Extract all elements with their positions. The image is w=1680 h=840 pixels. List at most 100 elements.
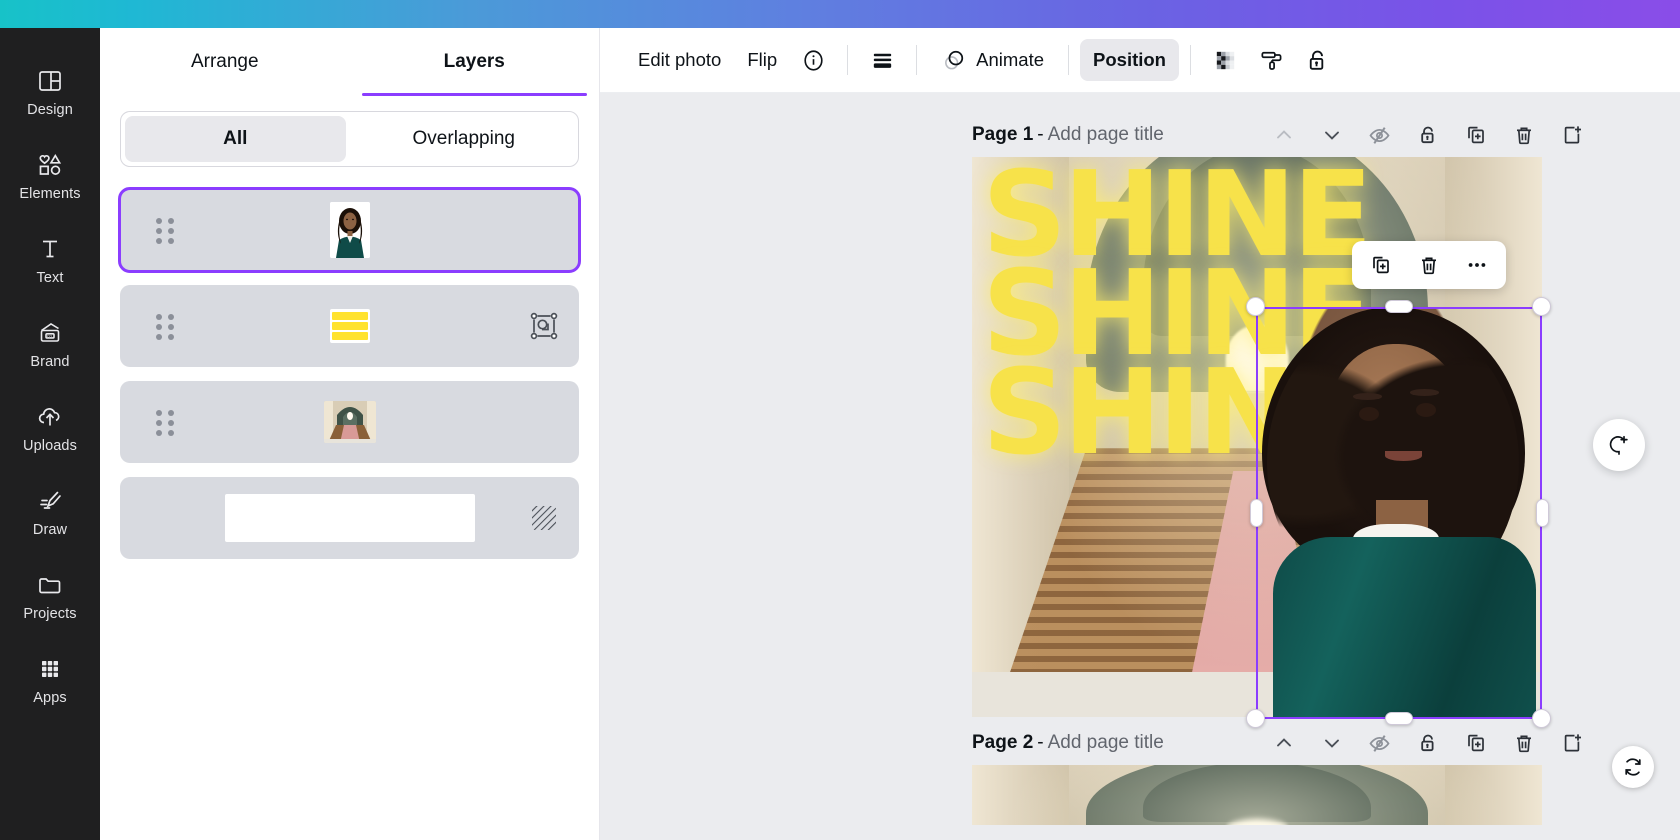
lock-page-icon[interactable] <box>1404 723 1452 763</box>
delete-page-icon[interactable] <box>1500 723 1548 763</box>
info-icon[interactable] <box>790 39 836 81</box>
person-photo-element[interactable] <box>1256 307 1542 717</box>
toolbar-divider <box>1190 45 1191 75</box>
filter-label: All <box>223 128 247 150</box>
hide-page-icon[interactable] <box>1356 723 1404 763</box>
layer-row-background[interactable] <box>120 477 579 559</box>
duplicate-page-icon[interactable] <box>1452 723 1500 763</box>
layer-thumbnail-person <box>330 202 370 258</box>
unlocked-padlock-icon[interactable] <box>1294 39 1340 81</box>
edit-photo-button[interactable]: Edit photo <box>625 39 734 81</box>
page-title-1[interactable]: Page 1-Add page title <box>972 124 1164 146</box>
sidebar-item-label: Apps <box>33 690 66 706</box>
layer-filter-segmented-control: All Overlapping <box>120 111 579 167</box>
more-options-button[interactable] <box>1454 245 1500 285</box>
canvas-area: Edit photo Flip <box>600 28 1680 840</box>
sidebar-item-label: Design <box>27 102 73 118</box>
layer-row-shine-text-group[interactable] <box>120 285 579 367</box>
move-page-down-icon[interactable] <box>1308 115 1356 155</box>
resize-handle-top-center[interactable] <box>1385 300 1413 313</box>
canva-editor-window: Design Elements Text <box>0 0 1680 840</box>
drag-handle-icon[interactable] <box>156 410 172 434</box>
sidebar-item-projects[interactable]: Projects <box>0 554 100 638</box>
hatch-icon[interactable] <box>527 501 561 535</box>
position-button[interactable]: Position <box>1080 39 1179 81</box>
add-page-icon[interactable] <box>1548 723 1596 763</box>
toolbar-divider <box>916 45 917 75</box>
drag-handle-icon[interactable] <box>156 218 172 242</box>
app-header-gradient-bar <box>0 0 1680 28</box>
animate-button[interactable]: Animate <box>928 39 1057 81</box>
layer-list <box>120 189 579 559</box>
duplicate-page-icon[interactable] <box>1452 115 1500 155</box>
delete-element-button[interactable] <box>1406 245 1452 285</box>
duplicate-element-button[interactable] <box>1358 245 1404 285</box>
rotate-cursor-indicator <box>1612 746 1654 788</box>
resize-handle-top-right[interactable] <box>1532 297 1551 316</box>
sidebar-item-uploads[interactable]: Uploads <box>0 386 100 470</box>
sidebar-item-label: Draw <box>33 522 67 538</box>
sidebar-item-apps[interactable]: Apps <box>0 638 100 722</box>
page-header-actions-1 <box>1260 115 1596 155</box>
panel-tab-bar: Arrange Layers <box>100 28 599 96</box>
add-page-icon[interactable] <box>1548 115 1596 155</box>
move-page-up-icon[interactable] <box>1260 723 1308 763</box>
resize-handle-middle-right[interactable] <box>1536 499 1549 527</box>
page-title-2[interactable]: Page 2-Add page title <box>972 732 1164 754</box>
transparency-checkerboard-icon[interactable] <box>1202 39 1248 81</box>
layer-thumbnail-shine-text <box>330 309 370 343</box>
page-scroll-area[interactable]: Page 1-Add page title <box>600 93 1680 840</box>
page-canvas-2[interactable] <box>972 765 1542 825</box>
animate-icon <box>941 47 967 73</box>
sidebar-item-label: Brand <box>30 354 69 370</box>
sidebar-item-brand[interactable]: CO. Brand <box>0 302 100 386</box>
layer-thumbnail-background <box>225 494 475 542</box>
move-page-up-icon[interactable] <box>1260 115 1308 155</box>
hide-page-icon[interactable] <box>1356 115 1404 155</box>
position-label: Position <box>1093 49 1166 71</box>
layer-row-person-photo[interactable] <box>120 189 579 271</box>
draw-icon <box>36 487 64 515</box>
resize-handle-top-left[interactable] <box>1246 297 1265 316</box>
layers-side-panel: Arrange Layers All Overlapping <box>100 28 600 840</box>
projects-icon <box>36 571 64 599</box>
paint-roller-icon[interactable] <box>1248 39 1294 81</box>
drag-handle-icon[interactable] <box>156 314 172 338</box>
page-title-separator: - <box>1037 124 1043 145</box>
layer-row-church-photo[interactable] <box>120 381 579 463</box>
layer-thumbnail-church <box>324 401 376 443</box>
page-number-label: Page 2 <box>972 732 1033 753</box>
move-page-down-icon[interactable] <box>1308 723 1356 763</box>
page-title-placeholder: Add page title <box>1048 124 1164 145</box>
tab-label: Arrange <box>191 51 259 73</box>
sidebar-item-label: Projects <box>23 606 76 622</box>
tab-label: Layers <box>444 51 505 73</box>
page-block-1: Page 1-Add page title <box>600 113 1680 713</box>
element-toolbar: Edit photo Flip <box>600 28 1680 93</box>
flip-button[interactable]: Flip <box>734 39 790 81</box>
lock-page-icon[interactable] <box>1404 115 1452 155</box>
add-comment-button[interactable] <box>1593 419 1645 471</box>
svg-text:CO.: CO. <box>47 334 53 338</box>
filter-all[interactable]: All <box>125 116 346 162</box>
page-header-2: Page 2-Add page title <box>600 721 1680 765</box>
left-navigation-rail: Design Elements Text <box>0 28 100 840</box>
group-icon[interactable] <box>527 309 561 343</box>
delete-page-icon[interactable] <box>1500 115 1548 155</box>
resize-handle-middle-left[interactable] <box>1250 499 1263 527</box>
sidebar-item-design[interactable]: Design <box>0 50 100 134</box>
text-icon <box>36 235 64 263</box>
layer-order-icon[interactable] <box>859 39 905 81</box>
sidebar-item-label: Uploads <box>23 438 77 454</box>
page-title-placeholder: Add page title <box>1048 732 1164 753</box>
sidebar-item-elements[interactable]: Elements <box>0 134 100 218</box>
tab-layers[interactable]: Layers <box>350 28 600 96</box>
filter-label: Overlapping <box>413 128 515 150</box>
animate-label: Animate <box>976 49 1044 71</box>
sidebar-item-text[interactable]: Text <box>0 218 100 302</box>
filter-overlapping[interactable]: Overlapping <box>354 116 575 162</box>
sidebar-item-label: Elements <box>19 186 80 202</box>
sidebar-item-draw[interactable]: Draw <box>0 470 100 554</box>
page-header-1: Page 1-Add page title <box>600 113 1680 157</box>
tab-arrange[interactable]: Arrange <box>100 28 350 96</box>
